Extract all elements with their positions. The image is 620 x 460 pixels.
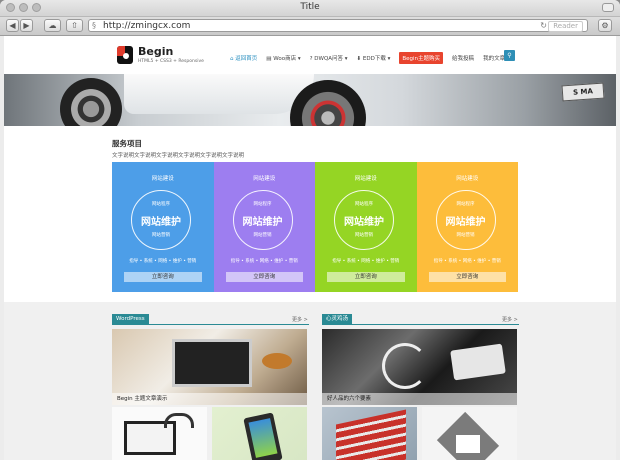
headphones-image [164, 413, 194, 428]
site-logo-tagline: HTML5 + CSS3 + Responsive [138, 59, 204, 64]
nav-item-my-articles[interactable]: 我的文章 [483, 54, 505, 62]
car-license-plate: S MA [561, 82, 605, 102]
building-image [336, 409, 406, 460]
services-title: 服务项目 [112, 139, 142, 148]
card-tags: 指导 • 系统 • 网络 • 维护 • 营销 [332, 259, 400, 264]
share-button[interactable]: ⇧ [66, 19, 83, 32]
nav-item-buy-theme[interactable]: Begin主题购买 [399, 52, 444, 64]
more-link-wordpress[interactable]: 更多 > [292, 316, 308, 323]
site-logo-name[interactable]: Begin [138, 45, 173, 58]
chevron-down-icon: ▾ [343, 56, 348, 62]
web-page: Begin HTML5 + CSS3 + Responsive ⌂ 返回首页 ▤… [4, 36, 616, 460]
reload-icon[interactable]: ↻ [540, 21, 547, 30]
card-circle-line1: 网站程序 [456, 202, 475, 207]
service-card: 网站建设 网站程序 网站维护 网站营销 指导 • 系统 • 网络 • 维护 • … [213, 162, 315, 292]
consult-button[interactable]: 立即咨询 [124, 272, 202, 282]
card-tags: 指导 • 系统 • 网络 • 维护 • 营销 [129, 259, 197, 264]
title-bar: Title [0, 0, 620, 17]
card-circle-main: 网站维护 [445, 217, 486, 228]
nav-item-edd-download[interactable]: ⬇ EDD下载 ▾ [357, 54, 391, 62]
site-header: Begin HTML5 + CSS3 + Responsive ⌂ 返回首页 ▤… [4, 36, 616, 74]
url-text: http://zmingcx.com [103, 20, 191, 31]
cloud-icon: ☁ [48, 21, 57, 30]
card-circle: 网站程序 网站维护 网站营销 [435, 190, 496, 250]
laptop-image [172, 339, 252, 387]
consult-button[interactable]: 立即咨询 [327, 272, 405, 282]
nav-item-woo-shop[interactable]: ▤ Woo商店 ▾ [266, 54, 300, 62]
card-top-label: 网站建设 [456, 176, 479, 182]
earphones-image [382, 343, 428, 389]
browser-window: Title ◀ ▶ ☁ ⇧ § http://zmingcx.com ↻ Rea… [0, 0, 620, 460]
search-button[interactable]: ⚲ [504, 50, 515, 61]
house-screen-image [456, 435, 480, 453]
card-top-label: 网站建设 [253, 176, 276, 182]
gear-icon: ⚙ [601, 21, 609, 30]
section-tag-wordpress[interactable]: WordPress [112, 314, 149, 324]
car-body [124, 74, 314, 114]
post-thumbnail[interactable] [212, 407, 307, 460]
post-title[interactable]: Begin 主题文章演示 [112, 393, 307, 405]
post-hero-image[interactable]: 好人品的六个要素 [322, 329, 517, 405]
card-circle-main: 网站维护 [242, 217, 283, 228]
music-player-image [450, 343, 506, 381]
forward-button[interactable]: ▶ [20, 19, 33, 32]
settings-button[interactable]: ⚙ [598, 19, 612, 32]
address-bar[interactable]: § http://zmingcx.com ↻ Reader [88, 19, 588, 32]
section-tag-soul[interactable]: 心灵鸡汤 [322, 314, 353, 324]
card-circle-line3: 网站营销 [456, 233, 475, 238]
card-circle: 网站程序 网站维护 网站营销 [334, 190, 394, 250]
hero-banner-image: S MA [4, 74, 616, 126]
service-card: 网站建设 网站程序 网站维护 网站营销 指导 • 系统 • 网络 • 维护 • … [315, 162, 417, 292]
site-logo-icon[interactable] [117, 46, 133, 64]
nav-item-contribute[interactable]: 给我投稿 [452, 54, 474, 62]
browser-toolbar: ◀ ▶ ☁ ⇧ § http://zmingcx.com ↻ Reader ⚙ [0, 17, 620, 36]
post-title[interactable]: 好人品的六个要素 [322, 393, 517, 405]
card-circle-line3: 网站营销 [253, 233, 272, 238]
section-divider [112, 324, 309, 325]
nav-item-home[interactable]: ⌂ 返回首页 [230, 54, 257, 62]
card-circle-line3: 网站营销 [152, 233, 170, 238]
services-description: 文字说明文字说明文字说明文字说明文字说明文字说明 [112, 153, 245, 159]
nav-item-dwqa[interactable]: ? DWQA问答 ▾ [310, 54, 348, 62]
croissant-image [262, 353, 292, 369]
card-circle-line1: 网站程序 [152, 202, 170, 207]
consult-button[interactable]: 立即咨询 [428, 272, 506, 282]
more-link-soul[interactable]: 更多 > [502, 316, 518, 323]
car-wheel-left [60, 78, 122, 126]
consult-button[interactable]: 立即咨询 [225, 272, 303, 282]
card-circle-line1: 网站程序 [355, 202, 373, 207]
search-icon: ⚲ [507, 52, 512, 59]
post-thumbnail[interactable] [322, 407, 417, 460]
window-title: Title [300, 2, 320, 12]
main-nav: ⌂ 返回首页 ▤ Woo商店 ▾ ? DWQA问答 ▾ ⬇ EDD下载 ▾ Be… [230, 52, 505, 64]
back-button[interactable]: ◀ [6, 19, 19, 32]
posts-section-background [4, 302, 616, 460]
toolbar-toggle-button[interactable] [602, 3, 614, 12]
chevron-down-icon: ▾ [385, 56, 391, 62]
section-divider [322, 324, 519, 325]
icloud-tabs-button[interactable]: ☁ [44, 19, 61, 32]
card-circle-line1: 网站程序 [253, 202, 272, 207]
card-top-label: 网站建设 [151, 176, 174, 182]
reader-button[interactable]: Reader [548, 21, 583, 32]
service-card: 网站建设 网站程序 网站维护 网站营销 指导 • 系统 • 网络 • 维护 • … [416, 162, 518, 292]
card-circle: 网站程序 网站维护 网站营销 [131, 190, 191, 250]
card-tags: 指导 • 系统 • 网络 • 维护 • 营销 [230, 259, 298, 264]
card-top-label: 网站建设 [354, 176, 377, 182]
service-card: 网站建设 网站程序 网站维护 网站营销 指导 • 系统 • 网络 • 维护 • … [112, 162, 214, 292]
card-circle-main: 网站维护 [344, 217, 384, 228]
service-cards: 网站建设 网站程序 网站维护 网站营销 指导 • 系统 • 网络 • 维护 • … [112, 162, 518, 292]
site-favicon-icon: § [92, 21, 96, 30]
post-hero-image[interactable]: Begin 主题文章演示 [112, 329, 307, 405]
forward-arrow-icon: ▶ [23, 21, 30, 30]
card-circle: 网站程序 网站维护 网站营销 [232, 190, 293, 250]
card-circle-main: 网站维护 [141, 217, 181, 228]
chevron-down-icon: ▾ [296, 56, 301, 62]
card-tags: 指导 • 系统 • 网络 • 维护 • 营销 [433, 259, 501, 264]
post-thumbnail[interactable] [422, 407, 517, 460]
share-icon: ⇧ [71, 21, 78, 30]
back-arrow-icon: ◀ [9, 21, 16, 30]
post-thumbnail[interactable] [112, 407, 207, 460]
card-circle-line3: 网站营销 [355, 233, 373, 238]
